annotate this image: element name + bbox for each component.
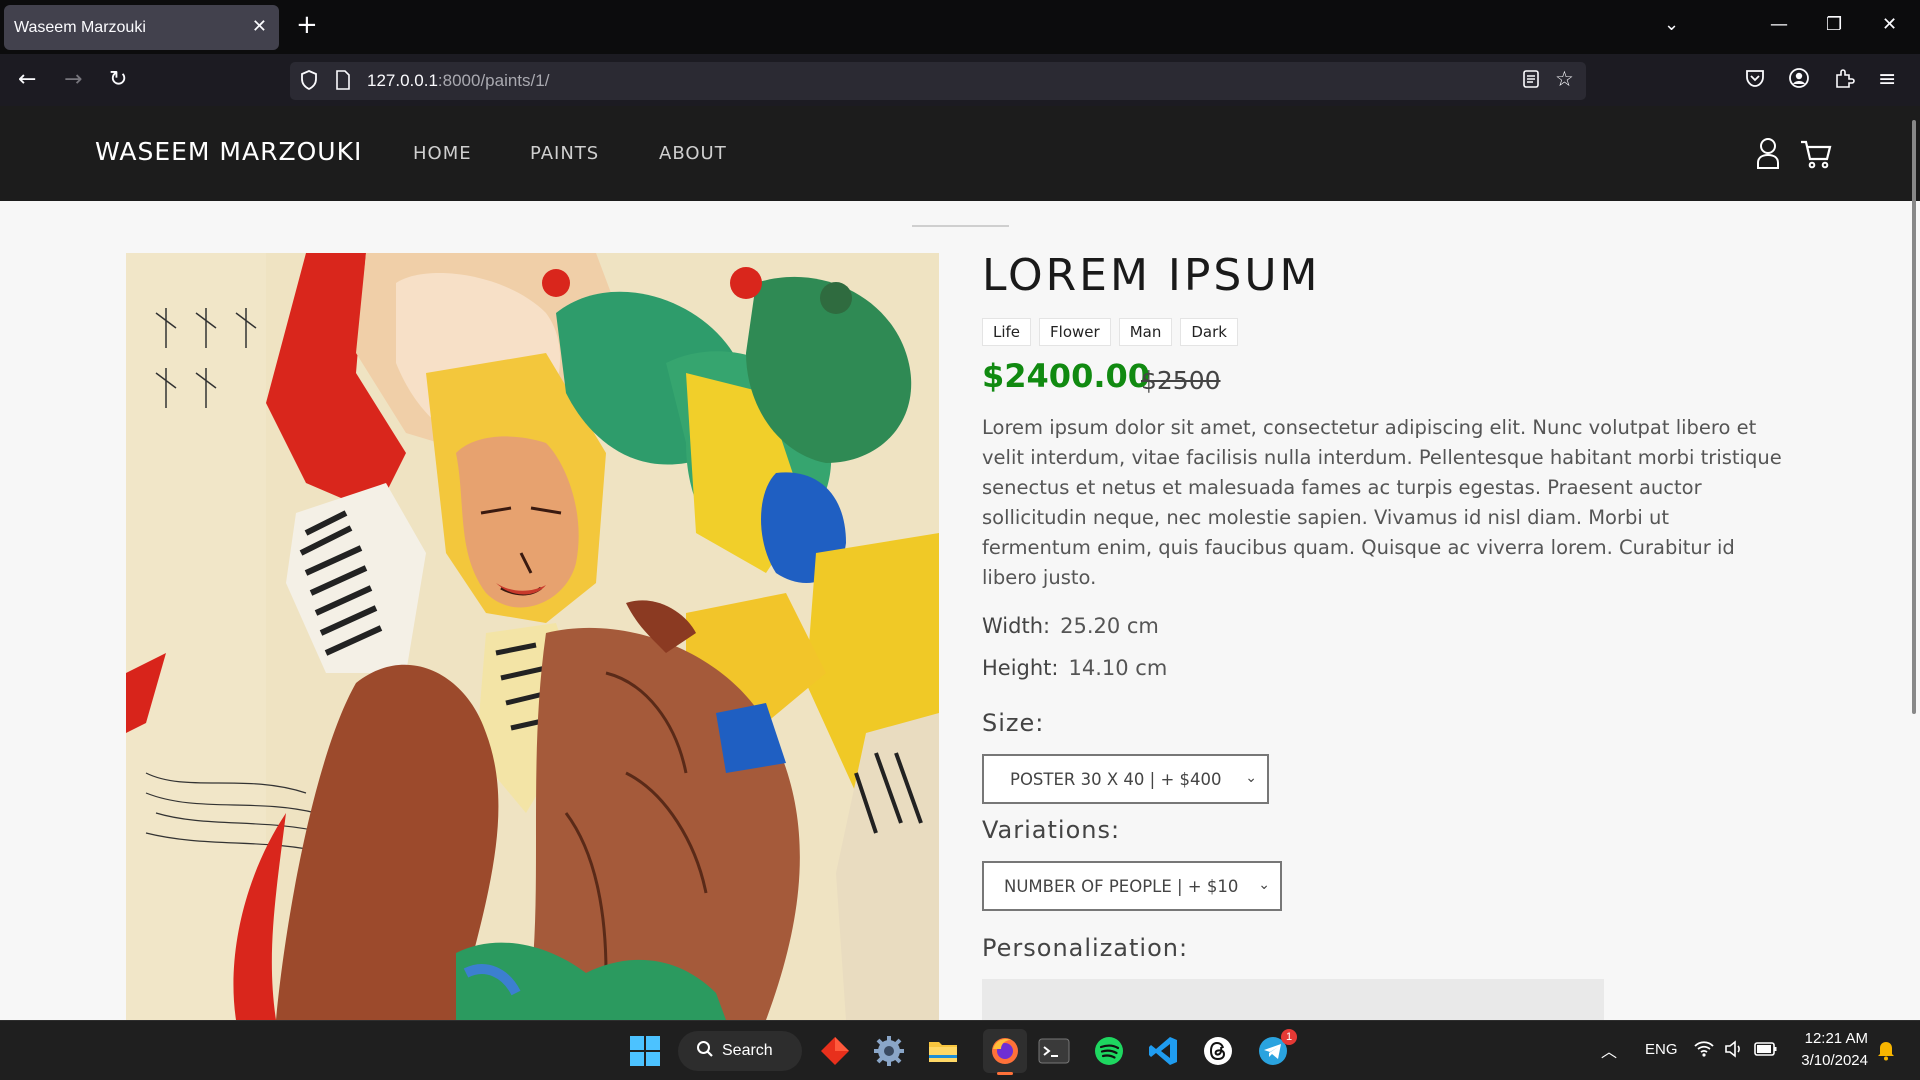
tray-chevron-up-icon[interactable]: ︿: [1601, 1038, 1617, 1062]
personalization-label: Personalization:: [982, 934, 1189, 962]
size-select[interactable]: POSTER 30 X 40 | + $400 ⌄: [982, 754, 1269, 804]
taskbar-search[interactable]: Search: [678, 1031, 802, 1071]
shield-icon[interactable]: [299, 69, 319, 96]
telegram-badge: 1: [1281, 1029, 1297, 1045]
chevron-down-icon: ⌄: [1258, 877, 1270, 893]
forward-icon[interactable]: →: [64, 67, 82, 93]
tab-title: Waseem Marzouki: [14, 18, 146, 36]
tag-list: Life Flower Man Dark: [982, 318, 1238, 346]
reload-icon[interactable]: ↻: [109, 67, 127, 93]
spotify-icon[interactable]: [1093, 1035, 1125, 1067]
section-divider: [912, 225, 1009, 227]
tag-life[interactable]: Life: [982, 318, 1032, 346]
app-diamond-icon[interactable]: [819, 1035, 851, 1067]
windows-start-icon[interactable]: [629, 1035, 661, 1067]
language-indicator[interactable]: ENG: [1645, 1041, 1678, 1058]
taskbar: Search 1 ︿ ENG 12:21 AM 3/10/2024: [0, 1020, 1920, 1080]
extensions-icon[interactable]: [1833, 67, 1855, 96]
product-title: LOREM IPSUM: [982, 250, 1321, 301]
settings-gear-icon[interactable]: [873, 1035, 905, 1067]
close-tab-icon[interactable]: ✕: [252, 16, 267, 37]
firefox-taskbar-button[interactable]: [983, 1029, 1027, 1075]
clock-date[interactable]: 3/10/2024: [1796, 1052, 1868, 1069]
height-label: Height:: [982, 656, 1059, 680]
nav-about[interactable]: ABOUT: [659, 143, 727, 164]
personalization-input[interactable]: [982, 979, 1604, 1020]
width-row: Width: 25.20 cm: [982, 614, 1159, 638]
site-header: WASEEM MARZOUKI HOME PAINTS ABOUT: [0, 106, 1920, 201]
tag-man[interactable]: Man: [1118, 318, 1173, 346]
browser-tab-bar: Waseem Marzouki ✕ + ⌄ — ❐ ✕: [0, 0, 1920, 54]
url-text[interactable]: 127.0.0.1:8000/paints/1/: [367, 71, 549, 91]
telegram-icon[interactable]: 1: [1257, 1029, 1297, 1067]
pocket-icon[interactable]: [1744, 67, 1766, 97]
bookmark-star-icon[interactable]: ☆: [1555, 67, 1574, 91]
painting-image[interactable]: [126, 253, 939, 1020]
url-bar[interactable]: 127.0.0.1:8000/paints/1/ ☆: [290, 62, 1586, 100]
width-value: 25.20 cm: [1060, 614, 1159, 638]
cart-icon[interactable]: [1799, 139, 1833, 173]
restore-icon[interactable]: ❐: [1826, 14, 1842, 35]
close-window-icon[interactable]: ✕: [1882, 14, 1897, 35]
width-label: Width:: [982, 614, 1051, 638]
search-label: Search: [722, 1042, 773, 1059]
firefox-icon: [992, 1038, 1018, 1064]
page-icon: [334, 69, 352, 96]
back-icon[interactable]: ←: [18, 67, 36, 93]
new-tab-icon[interactable]: +: [296, 12, 318, 38]
site-brand[interactable]: WASEEM MARZOUKI: [95, 137, 362, 166]
wifi-icon[interactable]: [1693, 1039, 1715, 1064]
search-icon: [696, 1040, 714, 1063]
original-price: $2500: [1141, 366, 1221, 395]
height-row: Height: 14.10 cm: [982, 656, 1167, 680]
list-tabs-icon[interactable]: ⌄: [1664, 14, 1679, 35]
tag-flower[interactable]: Flower: [1039, 318, 1111, 346]
variations-select[interactable]: NUMBER OF PEOPLE | + $10 ⌄: [982, 861, 1282, 911]
url-path: :8000/paints/1/: [437, 71, 550, 90]
file-explorer-icon[interactable]: [927, 1035, 959, 1067]
battery-icon[interactable]: [1754, 1040, 1778, 1063]
notification-bell-icon[interactable]: [1876, 1039, 1896, 1066]
minimize-icon[interactable]: —: [1770, 14, 1788, 35]
size-selected-value: POSTER 30 X 40 | + $400: [1010, 769, 1222, 789]
vscode-icon[interactable]: [1147, 1035, 1179, 1067]
threads-icon[interactable]: [1202, 1035, 1234, 1067]
clock-time[interactable]: 12:21 AM: [1796, 1030, 1868, 1047]
user-icon[interactable]: [1755, 136, 1781, 174]
terminal-icon[interactable]: [1038, 1035, 1070, 1067]
nav-home[interactable]: HOME: [413, 143, 472, 164]
browser-tab[interactable]: Waseem Marzouki ✕: [4, 5, 279, 50]
volume-icon[interactable]: [1724, 1039, 1744, 1064]
reader-view-icon[interactable]: [1522, 69, 1540, 94]
size-label: Size:: [982, 709, 1045, 737]
height-value: 14.10 cm: [1068, 656, 1168, 680]
current-price: $2400.00: [982, 357, 1151, 395]
variations-selected-value: NUMBER OF PEOPLE | + $10: [1004, 876, 1239, 896]
browser-nav-bar: ← → ↻ 127.0.0.1:8000/paints/1/ ☆ ≡: [0, 54, 1920, 106]
url-host: 127.0.0.1: [367, 71, 438, 90]
variations-label: Variations:: [982, 816, 1121, 844]
tag-dark[interactable]: Dark: [1180, 318, 1238, 346]
product-description: Lorem ipsum dolor sit amet, consectetur …: [982, 416, 1782, 589]
account-icon[interactable]: [1788, 67, 1810, 96]
nav-paints[interactable]: PAINTS: [530, 143, 599, 164]
page-scrollbar[interactable]: [1912, 120, 1916, 714]
hamburger-menu-icon[interactable]: ≡: [1878, 67, 1896, 93]
chevron-down-icon: ⌄: [1245, 770, 1257, 786]
